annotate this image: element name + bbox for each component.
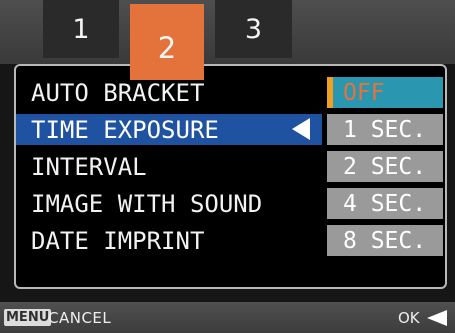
tab-1[interactable]: 1 — [43, 0, 119, 58]
cancel-label: CANCEL — [48, 309, 112, 327]
menu-item-date-imprint[interactable]: DATE IMPRINT — [16, 225, 328, 256]
menu-item-label: INTERVAL — [31, 152, 147, 181]
menu-item-auto-bracket[interactable]: AUTO BRACKET — [16, 77, 328, 108]
menu-item-interval[interactable]: INTERVAL — [16, 151, 328, 182]
tab-3-label: 3 — [244, 13, 263, 45]
menu-item-label: TIME EXPOSURE — [31, 115, 219, 144]
option-label: 2 SEC. — [343, 153, 427, 180]
option-label: 1 SEC. — [343, 116, 427, 143]
option-1-sec[interactable]: 1 SEC. — [327, 114, 443, 145]
option-4-sec[interactable]: 4 SEC. — [327, 188, 443, 219]
menu-item-label: DATE IMPRINT — [31, 226, 205, 255]
option-off[interactable]: OFF — [327, 77, 443, 108]
option-label: 4 SEC. — [343, 190, 427, 217]
menu-button[interactable]: MENU — [4, 309, 52, 326]
camera-menu-screen: 1 2 3 AUTO BRACKET TIME EXPOSURE INTERVA… — [0, 0, 455, 333]
ok-left-triangle-icon[interactable] — [427, 310, 447, 326]
option-label: OFF — [343, 79, 385, 106]
menu-item-label: IMAGE WITH SOUND — [31, 189, 263, 218]
menu-item-time-exposure[interactable]: TIME EXPOSURE — [16, 114, 322, 145]
tab-2[interactable]: 2 — [130, 4, 204, 80]
menu-item-label: AUTO BRACKET — [31, 78, 205, 107]
footer-bar: MENU CANCEL OK — [0, 302, 455, 333]
tab-3[interactable]: 3 — [215, 0, 292, 58]
option-2-sec[interactable]: 2 SEC. — [327, 151, 443, 182]
left-triangle-icon — [292, 118, 310, 140]
ok-label: OK — [398, 309, 420, 327]
option-8-sec[interactable]: 8 SEC. — [327, 225, 443, 256]
menu-item-image-with-sound[interactable]: IMAGE WITH SOUND — [16, 188, 328, 219]
settings-panel: AUTO BRACKET TIME EXPOSURE INTERVAL IMAG… — [14, 64, 447, 289]
option-label: 8 SEC. — [343, 227, 427, 254]
tab-bar: 1 2 3 — [0, 0, 455, 80]
tab-1-label: 1 — [72, 13, 90, 45]
tab-2-label: 2 — [157, 31, 177, 65]
